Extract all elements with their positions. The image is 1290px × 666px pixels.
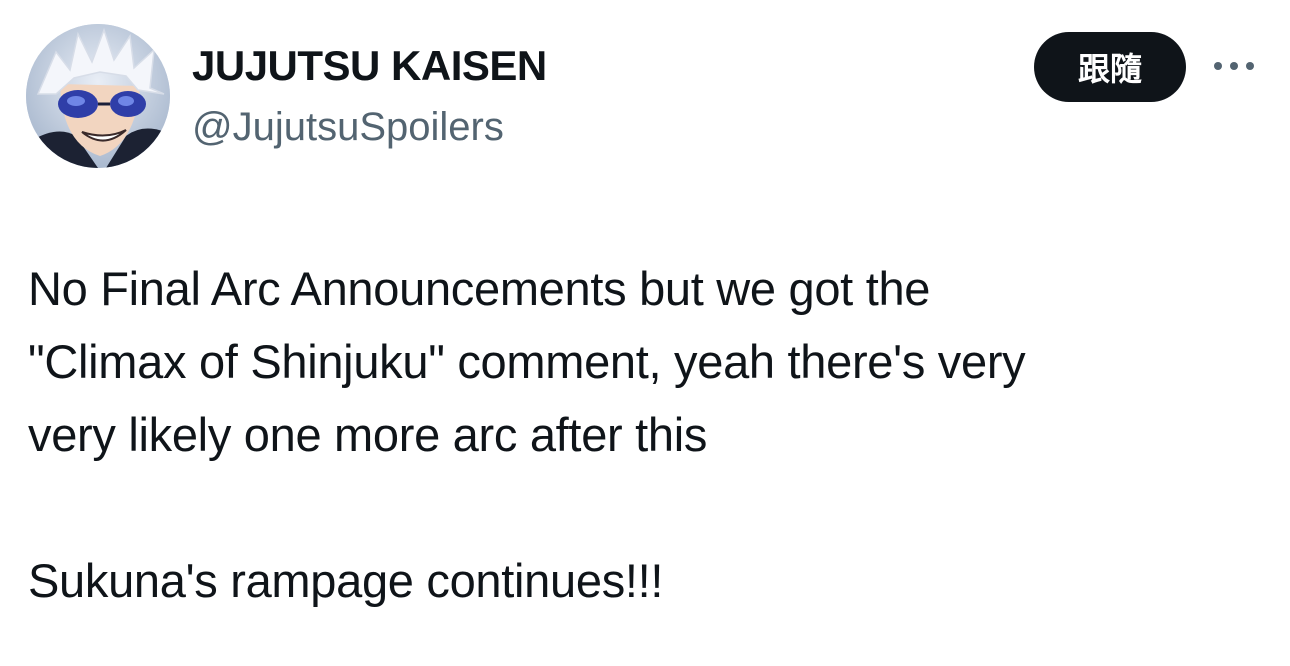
- more-horizontal-icon: [1214, 62, 1254, 70]
- avatar-image: [26, 24, 170, 168]
- tweet-text: No Final Arc Announcements but we got th…: [28, 262, 1026, 607]
- author-display-name[interactable]: JUJUTSU KAISEN: [192, 42, 547, 90]
- avatar[interactable]: [26, 24, 170, 168]
- more-options-button[interactable]: [1206, 50, 1262, 82]
- follow-button[interactable]: 跟隨: [1034, 32, 1186, 102]
- author-handle[interactable]: @JujutsuSpoilers: [192, 104, 504, 150]
